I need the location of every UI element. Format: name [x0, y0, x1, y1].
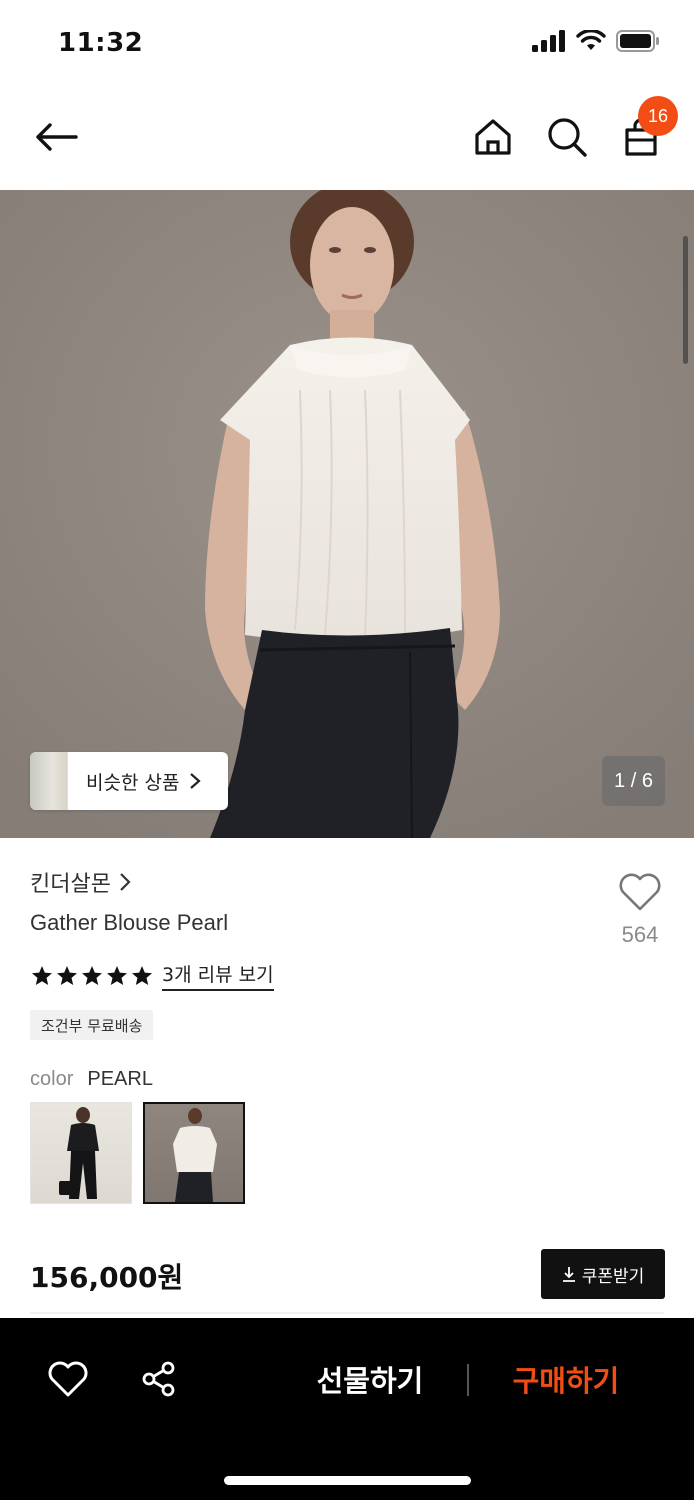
search-icon: [548, 118, 587, 157]
color-label: color: [30, 1068, 74, 1090]
product-title: Gather Blouse Pearl: [30, 910, 229, 935]
download-icon: [562, 1267, 575, 1282]
similar-products-button[interactable]: 비슷한 상품: [30, 752, 228, 810]
home-indicator[interactable]: [224, 1476, 471, 1485]
star-icon: [57, 965, 77, 985]
divider: [30, 1312, 664, 1314]
chevron-right-icon: [120, 873, 131, 891]
gift-button[interactable]: 선물하기: [300, 1354, 440, 1404]
shipping-badge: 조건부 무료배송: [30, 1010, 154, 1040]
star-icon: [107, 965, 127, 985]
wishlist-block: 564: [608, 872, 672, 948]
chevron-right-icon: [190, 773, 202, 789]
share-icon: [142, 1361, 175, 1397]
share-button[interactable]: [140, 1360, 178, 1398]
heart-icon: [48, 1361, 88, 1397]
rating-stars: [30, 964, 154, 988]
brand-link[interactable]: 킨더살몬: [30, 866, 131, 898]
signal-icon: [532, 30, 565, 52]
swatch-black-thumbnail: [59, 1107, 99, 1199]
color-swatch-black[interactable]: [30, 1102, 132, 1204]
similar-products-label: 비슷한 상품: [86, 771, 180, 794]
color-row: color PEARL: [30, 1068, 153, 1091]
product-image[interactable]: [0, 190, 694, 838]
cart-count-badge: 16: [638, 96, 678, 136]
arrow-left-icon: [36, 123, 78, 151]
swatch-pearl-thumbnail: [173, 1108, 217, 1202]
search-button[interactable]: [544, 114, 590, 160]
similar-thumbnail: [30, 752, 68, 810]
status-bar: 11:32: [0, 0, 694, 88]
get-coupon-button[interactable]: 쿠폰받기: [541, 1249, 665, 1299]
buy-button[interactable]: 구매하기: [496, 1354, 636, 1404]
home-button[interactable]: [470, 114, 516, 160]
top-nav: [0, 88, 694, 190]
star-icon: [132, 965, 152, 985]
status-icons: [532, 30, 660, 52]
battery-icon: [616, 30, 659, 52]
color-swatch-pearl[interactable]: [143, 1102, 245, 1204]
rating-row: 3개 리뷰 보기: [30, 960, 274, 991]
bottom-divider: [467, 1364, 469, 1396]
wishlist-button[interactable]: [48, 1360, 88, 1398]
model-illustration: [0, 190, 694, 838]
view-reviews-link[interactable]: 3개 리뷰 보기: [162, 960, 274, 991]
back-button[interactable]: [30, 114, 82, 160]
star-icon: [82, 965, 102, 985]
wishlist-count: 564: [621, 922, 659, 947]
status-time: 11:32: [58, 28, 144, 58]
product-price: 156,000원: [30, 1261, 184, 1294]
color-value: PEARL: [87, 1068, 153, 1090]
coupon-label: 쿠폰받기: [581, 1266, 645, 1287]
wifi-icon: [576, 30, 606, 50]
image-page-counter: 1 / 6: [602, 756, 665, 806]
heart-icon[interactable]: [618, 872, 662, 912]
home-icon: [475, 119, 511, 155]
bottom-action-bar: 선물하기 구매하기: [0, 1318, 694, 1500]
image-scroll-indicator[interactable]: [683, 236, 688, 364]
star-icon: [32, 965, 52, 985]
brand-name: 킨더살몬: [30, 872, 111, 897]
